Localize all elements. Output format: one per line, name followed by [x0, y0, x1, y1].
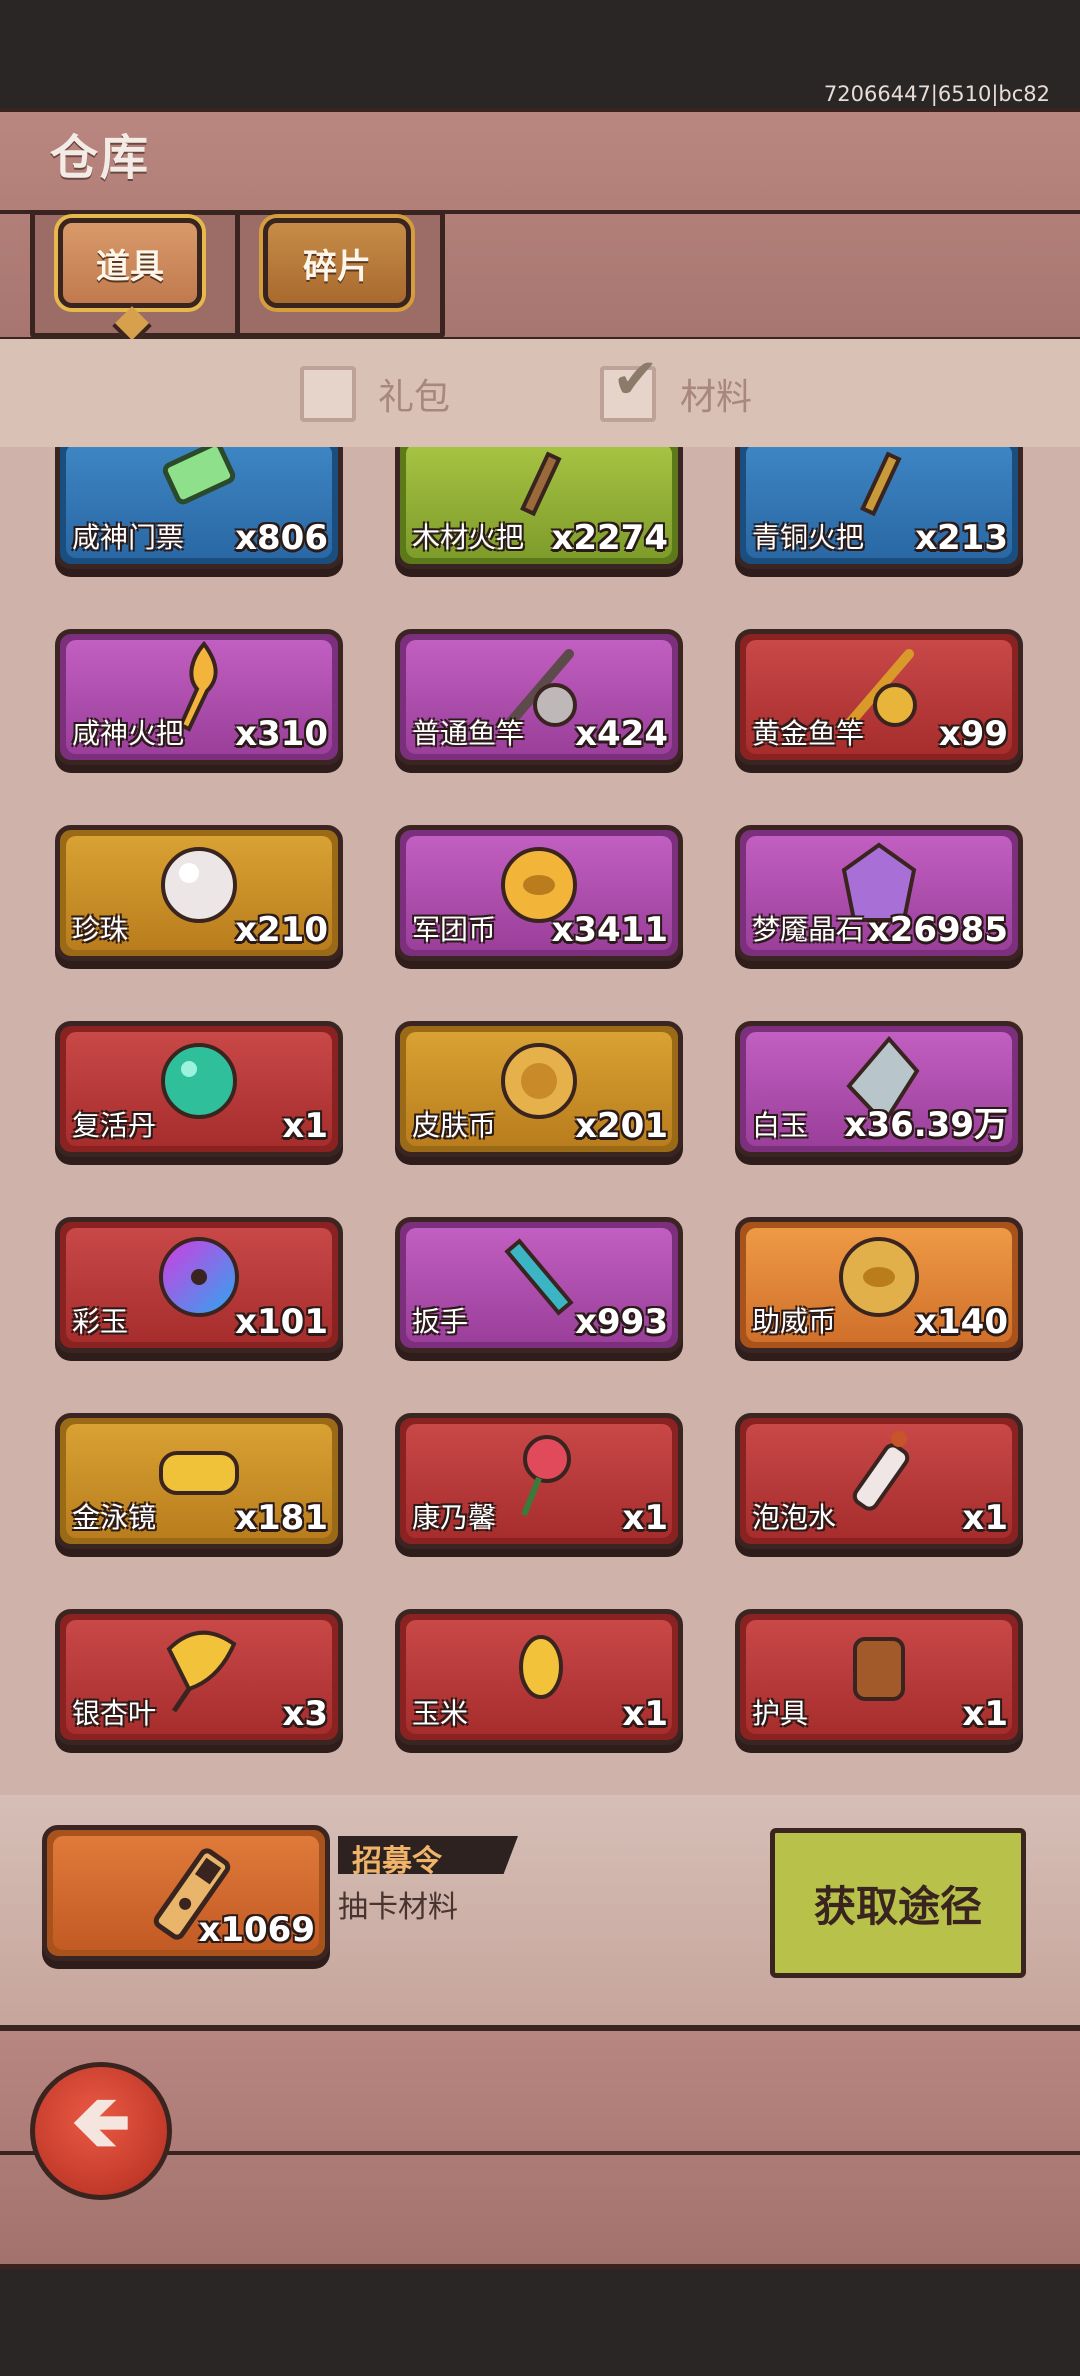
back-arrow-icon: 🡸: [71, 2079, 131, 2163]
item-card[interactable]: 复活丹 x1: [55, 1021, 343, 1157]
item-card[interactable]: 青铜火把 x213: [735, 447, 1023, 569]
item-qty: x210: [235, 910, 328, 950]
item-name: 青铜火把: [752, 521, 865, 554]
item-qty: x424: [575, 714, 668, 754]
build-id: 72066447|6510|bc82: [823, 82, 1050, 106]
item-qty: x140: [915, 1302, 1008, 1342]
item-qty: x101: [235, 1302, 328, 1342]
item-qty: x201: [575, 1106, 668, 1146]
bottom-bar: [0, 2270, 1080, 2376]
item-name: 木材火把: [412, 521, 525, 554]
gift-pack-checkbox[interactable]: [300, 366, 356, 422]
item-name: 皮肤币: [412, 1109, 497, 1142]
item-name: 军团币: [412, 913, 497, 946]
item-card[interactable]: 彩玉 x101: [55, 1217, 343, 1353]
armor-icon: [829, 1619, 929, 1719]
item-name: 复活丹: [72, 1109, 157, 1142]
item-qty: x36.39万: [844, 1105, 1008, 1145]
selected-item-card[interactable]: x1069: [42, 1825, 330, 1961]
item-qty: x2274: [551, 518, 668, 558]
item-name: 护具: [752, 1697, 809, 1730]
ginkgo-leaf-icon: [149, 1619, 249, 1719]
back-button[interactable]: 🡸: [30, 2062, 172, 2200]
item-card[interactable]: 护具 x1: [735, 1609, 1023, 1745]
skin-coin-icon: [489, 1031, 589, 1131]
item-card[interactable]: 助威币 x140: [735, 1217, 1023, 1353]
item-name: 玉米: [412, 1697, 469, 1730]
item-name: 咸神门票: [72, 521, 185, 554]
item-card[interactable]: 军团币 x3411: [395, 825, 683, 961]
pearl-icon: [149, 835, 249, 935]
item-card[interactable]: 金泳镜 x181: [55, 1413, 343, 1549]
item-name: 黄金鱼竿: [752, 717, 865, 750]
item-name: 彩玉: [72, 1305, 129, 1338]
item-qty: x26985: [867, 910, 1008, 950]
wrench-icon: [489, 1227, 589, 1327]
selected-item-name: 招募令: [352, 1844, 442, 1879]
item-name: 助威币: [752, 1305, 837, 1338]
item-grid: 咸神门票 x806 木材火把 x2274 青铜火把 x213 咸神火把 x310 普通鱼竿 x42…: [0, 447, 1080, 1795]
item-card[interactable]: 泡泡水 x1: [735, 1413, 1023, 1549]
item-name: 扳手: [412, 1305, 469, 1338]
tab-fragments[interactable]: 碎片: [263, 218, 411, 308]
page-title: 仓库: [50, 130, 151, 186]
selected-item-qty: x1069: [198, 1910, 315, 1950]
item-qty: x1: [282, 1106, 328, 1146]
item-card[interactable]: 玉米 x1: [395, 1609, 683, 1745]
revive-pill-icon: [149, 1031, 249, 1131]
corn-icon: [489, 1619, 589, 1719]
item-qty: x3: [282, 1694, 328, 1734]
item-card[interactable]: 木材火把 x2274: [395, 447, 683, 569]
item-qty: x213: [915, 518, 1008, 558]
item-name: 金泳镜: [72, 1501, 157, 1534]
item-qty: x1: [622, 1498, 668, 1538]
rainbow-jade-icon: [149, 1227, 249, 1327]
item-qty: x1: [962, 1694, 1008, 1734]
item-card[interactable]: 银杏叶 x3: [55, 1609, 343, 1745]
item-card[interactable]: 咸神门票 x806: [55, 447, 343, 569]
bubble-water-icon: [829, 1423, 929, 1523]
item-qty: x806: [235, 518, 328, 558]
checkmark-icon: ✔: [612, 347, 659, 412]
item-card[interactable]: 扳手 x993: [395, 1217, 683, 1353]
item-name: 泡泡水: [752, 1501, 837, 1534]
item-qty: x310: [235, 714, 328, 754]
item-name: 珍珠: [72, 913, 129, 946]
item-name: 白玉: [752, 1109, 809, 1142]
filter-bar: [0, 339, 1080, 447]
item-card[interactable]: 普通鱼竿 x424: [395, 629, 683, 765]
get-source-button[interactable]: 获取途径: [770, 1828, 1026, 1978]
item-card[interactable]: 白玉 x36.39万: [735, 1021, 1023, 1157]
item-qty: x99: [938, 714, 1008, 754]
item-name: 银杏叶: [72, 1697, 157, 1730]
item-qty: x993: [575, 1302, 668, 1342]
item-name: 梦魇晶石: [752, 913, 865, 946]
item-card[interactable]: 咸神火把 x310: [55, 629, 343, 765]
goggles-icon: [149, 1423, 249, 1523]
item-qty: x181: [235, 1498, 328, 1538]
item-qty: x1: [962, 1498, 1008, 1538]
item-qty: x1: [622, 1694, 668, 1734]
selected-item-desc: 抽卡材料: [338, 1890, 458, 1925]
item-card[interactable]: 康乃馨 x1: [395, 1413, 683, 1549]
item-name: 康乃馨: [412, 1501, 497, 1534]
item-card[interactable]: 黄金鱼竿 x99: [735, 629, 1023, 765]
item-card[interactable]: 珍珠 x210: [55, 825, 343, 961]
item-card[interactable]: 皮肤币 x201: [395, 1021, 683, 1157]
tab-items[interactable]: 道具: [58, 218, 202, 308]
item-name: 咸神火把: [72, 717, 185, 750]
item-name: 普通鱼竿: [412, 717, 525, 750]
gift-pack-label: 礼包: [378, 377, 451, 418]
item-qty: x3411: [551, 910, 668, 950]
carnation-icon: [489, 1423, 589, 1523]
cheer-coin-icon: [829, 1227, 929, 1327]
item-card[interactable]: 梦魇晶石 x26985: [735, 825, 1023, 961]
materials-label: 材料: [680, 377, 753, 418]
